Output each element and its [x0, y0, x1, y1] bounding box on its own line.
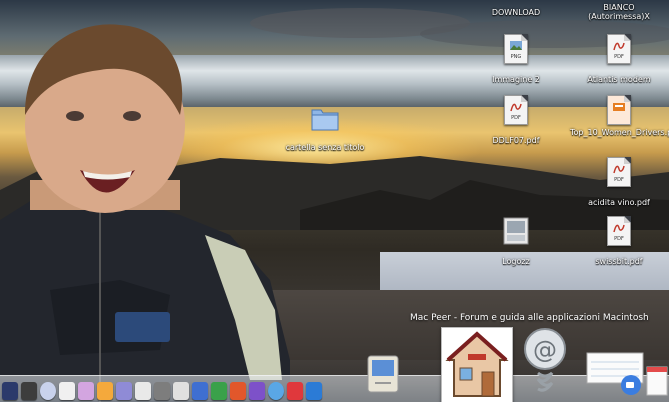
- desktop-icon-atlantis-modem[interactable]: PDF Atlantis modem: [564, 34, 669, 86]
- finalcut-icon[interactable]: [21, 382, 37, 400]
- icon-label: BIANCO (Autorimessa)X: [588, 3, 650, 21]
- image-file-icon: [503, 217, 529, 245]
- desktop-icon-acidita-vino[interactable]: PDF acidita vino.pdf: [564, 157, 669, 209]
- entourage-icon[interactable]: [249, 382, 265, 400]
- powerpoint-icon[interactable]: [230, 382, 246, 400]
- document-icon[interactable]: [173, 382, 189, 400]
- messenger-icon[interactable]: [268, 382, 284, 400]
- word-icon[interactable]: [192, 382, 208, 400]
- icon-label: DDLF07.pdf: [492, 136, 540, 145]
- dashboard-icon[interactable]: [287, 382, 303, 400]
- dock: @: [0, 328, 669, 402]
- icon-label: Logozz: [502, 257, 530, 266]
- pdf-file-icon: PDF: [607, 157, 631, 187]
- icon-label: acidita vino.pdf: [588, 198, 650, 207]
- png-file-icon: PNG: [504, 34, 528, 64]
- house-icon: [445, 331, 509, 397]
- icon-label: Atlantis modem: [587, 75, 651, 84]
- pps-file-icon: [607, 95, 631, 125]
- imovie-icon[interactable]: [2, 382, 18, 400]
- zeta-app-icon[interactable]: [306, 382, 322, 400]
- icon-label: Immagine 2: [492, 75, 540, 84]
- folder-icon: [311, 109, 339, 131]
- desktop-icon-cartella-senza-titolo[interactable]: cartella senza titolo: [270, 104, 380, 154]
- pdf-file-icon: PDF: [607, 34, 631, 64]
- excel-icon[interactable]: [211, 382, 227, 400]
- desktop-icon-top-10-women-drivers[interactable]: Top_10_Women_Drivers.pps: [564, 95, 669, 137]
- icon-label: swissbit.pdf: [595, 257, 643, 266]
- grapher-icon[interactable]: [116, 382, 132, 400]
- preview-icon[interactable]: [135, 382, 151, 400]
- desktop: DOWNLOAD BIANCO (Autorimessa)X PNG Immag…: [0, 0, 669, 402]
- classic-mac-icon[interactable]: [365, 354, 401, 396]
- ichat-icon[interactable]: [620, 374, 642, 396]
- desktop-icon-bianco[interactable]: BIANCO (Autorimessa)X: [564, 3, 669, 21]
- camera-icon[interactable]: [154, 382, 170, 400]
- itunes-icon[interactable]: [40, 382, 56, 400]
- icon-label: DOWNLOAD: [491, 8, 541, 17]
- desktop-icon-logozz[interactable]: Logozz: [461, 216, 571, 268]
- mail-icon[interactable]: @: [520, 327, 570, 399]
- child-photo: [0, 24, 290, 402]
- svg-text:@: @: [533, 336, 557, 364]
- icon-label: cartella senza titolo: [285, 143, 365, 152]
- photo-app-icon[interactable]: [97, 382, 113, 400]
- desktop-icon-swissbit[interactable]: PDF swissbit.pdf: [564, 216, 669, 268]
- pdf-file-icon: PDF: [504, 95, 528, 125]
- calendar-icon[interactable]: [646, 366, 668, 396]
- desktop-icon-ddlf07[interactable]: PDF DDLF07.pdf: [461, 95, 571, 147]
- textedit-icon[interactable]: [59, 382, 75, 400]
- desktop-icon-immagine-2[interactable]: PNG Immagine 2: [461, 34, 571, 86]
- mac-peer-icon[interactable]: [441, 327, 513, 402]
- flower-app-icon[interactable]: [78, 382, 94, 400]
- dock-tooltip: Mac Peer - Forum e guida alle applicazio…: [410, 313, 649, 323]
- desktop-icon-download[interactable]: DOWNLOAD: [461, 0, 571, 19]
- pdf-file-icon: PDF: [607, 216, 631, 246]
- icon-label: Top_10_Women_Drivers.pps: [570, 128, 669, 137]
